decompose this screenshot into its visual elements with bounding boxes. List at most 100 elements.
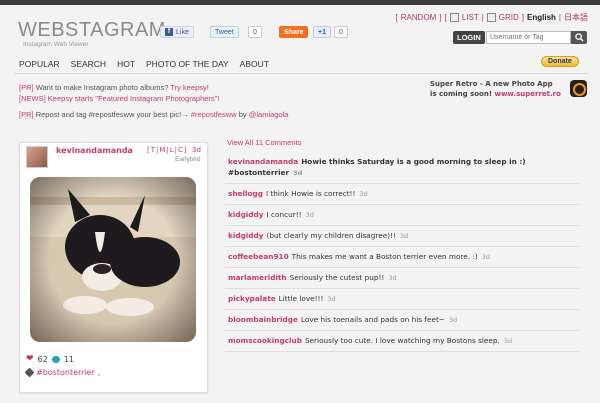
comment-text: Little love!!! bbox=[278, 294, 324, 303]
main-nav: POPULAR SEARCH HOT PHOTO OF THE DAY ABOU… bbox=[19, 59, 269, 69]
comment-time: 3d bbox=[359, 190, 368, 198]
post-time: 3d bbox=[192, 146, 201, 154]
google-plus-button[interactable]: +1 bbox=[313, 26, 331, 38]
tag-link[interactable]: #bostonterrier bbox=[36, 368, 95, 377]
filter-name: Earlybird bbox=[175, 156, 201, 163]
comment-time: 3d bbox=[503, 337, 513, 345]
promo-url[interactable]: www.superret.ro bbox=[494, 90, 560, 98]
comment-text: (but clearly my children disagree)!! bbox=[266, 231, 396, 240]
comment-user[interactable]: kidgiddy bbox=[228, 210, 264, 219]
language-english[interactable]: English bbox=[527, 13, 556, 22]
list-icon bbox=[449, 13, 459, 22]
notice-prefix: [PR] bbox=[19, 110, 34, 119]
share-button[interactable]: Share bbox=[279, 26, 309, 38]
comment-time: 3d bbox=[305, 211, 314, 219]
comment-time: 3d bbox=[399, 232, 409, 240]
google-plus-count: 0 bbox=[334, 26, 348, 38]
comment-user[interactable]: kevinandamanda bbox=[228, 157, 298, 166]
nav-hot[interactable]: HOT bbox=[117, 59, 135, 69]
post-username[interactable]: kevinandamanda bbox=[56, 146, 133, 155]
view-all-comments-link[interactable]: View All 11 Comments bbox=[227, 138, 301, 147]
facebook-like-label: Like bbox=[176, 28, 189, 36]
comment-text: Love his toenails and pads on his feet~ bbox=[300, 315, 445, 324]
post-stats: ❤ 62 11 bbox=[26, 354, 74, 364]
tag-icon bbox=[24, 367, 35, 378]
comment-user[interactable]: shellogg bbox=[228, 189, 263, 198]
nav-about[interactable]: ABOUT bbox=[240, 59, 269, 69]
promo-banner[interactable]: Super Retro - A new Photo App is coming … bbox=[430, 79, 561, 99]
notice-prefix: [PR] bbox=[19, 83, 34, 92]
notice-news[interactable]: [NEWS] Keepsy starts "Featured Instagram… bbox=[19, 93, 219, 104]
tweet-label: Tweet bbox=[215, 28, 234, 36]
tweet-count: 0 bbox=[248, 26, 262, 38]
nav-search[interactable]: SEARCH bbox=[71, 59, 106, 69]
comment-icon bbox=[51, 355, 60, 363]
search-icon bbox=[575, 33, 584, 42]
google-plus-label: +1 bbox=[318, 28, 326, 36]
site-logo[interactable]: WEBSTAGRAM bbox=[18, 19, 166, 42]
comment-item: kidgiddy (but clearly my children disagre… bbox=[225, 226, 579, 247]
tweet-button[interactable]: Tweet bbox=[210, 26, 239, 38]
search-button[interactable] bbox=[571, 31, 587, 44]
comment-item: kevinandamanda Howie thinks Saturday is a… bbox=[225, 152, 579, 184]
comment-time: 3d bbox=[388, 274, 397, 282]
dog-photo bbox=[30, 177, 196, 342]
comment-item: coffeebean910 This makes me want a Boston… bbox=[225, 247, 579, 268]
comment-text: Seriously too cute. I love watching my B… bbox=[304, 336, 500, 345]
view-mode-nav: [ RANDOM ] [ LIST | GRID ] English | 日本語 bbox=[395, 12, 588, 23]
share-label: Share bbox=[284, 28, 304, 36]
avatar[interactable] bbox=[26, 146, 48, 168]
notice-text: Keepsy starts "Featured Instagram Photog… bbox=[47, 94, 220, 103]
view-options[interactable]: [T|M|L|C] bbox=[147, 146, 188, 154]
donate-button[interactable]: Donate bbox=[541, 56, 579, 67]
comments-count: 11 bbox=[63, 354, 74, 364]
post-tags: #bostonterrier, bbox=[24, 367, 100, 378]
app-icon[interactable] bbox=[570, 80, 587, 97]
notices: [PR] Want to make Instagram photo albums… bbox=[19, 82, 219, 104]
comment-text: This makes me want a Boston terrier even… bbox=[291, 252, 478, 261]
comment-time: 3d bbox=[327, 295, 336, 303]
comment-user[interactable]: pickypalate bbox=[228, 294, 276, 303]
post-photo[interactable] bbox=[30, 177, 196, 342]
comment-item: marlameridith Seriously the cutest pup!! 3… bbox=[225, 268, 579, 289]
nav-popular[interactable]: POPULAR bbox=[19, 59, 60, 69]
comment-item: bloombainbridge Love his toenails and pad… bbox=[225, 310, 579, 331]
promo-line2: is coming soon! www.superret.ro bbox=[430, 89, 561, 99]
comment-text: Seriously the cutest pup!! bbox=[289, 273, 385, 282]
comment-item: momscookingclub Seriously too cute. I lov… bbox=[225, 331, 579, 352]
notice-pr: [PR] Want to make Instagram photo albums… bbox=[19, 82, 219, 93]
random-link[interactable]: RANDOM bbox=[401, 13, 437, 22]
notice-by: by bbox=[238, 110, 247, 119]
search-input[interactable] bbox=[486, 31, 571, 44]
comment-item: kidgiddy I concur!! 3d bbox=[225, 205, 579, 226]
comment-time: 3d bbox=[481, 253, 490, 261]
language-japanese[interactable]: 日本語 bbox=[564, 12, 588, 23]
comment-user[interactable]: kidgiddy bbox=[228, 231, 264, 240]
comment-item: pickypalate Little love!!! 3d bbox=[225, 289, 579, 310]
login-button[interactable]: LOGIN bbox=[453, 31, 485, 44]
repost-user-link[interactable]: @lamiagola bbox=[249, 110, 289, 119]
comment-user[interactable]: momscookingclub bbox=[228, 336, 302, 345]
comment-user[interactable]: bloombainbridge bbox=[228, 315, 298, 324]
promo-text: is coming soon! bbox=[430, 90, 493, 98]
repost-tag-link[interactable]: #repostfesww bbox=[191, 110, 237, 119]
comment-user[interactable]: coffeebean910 bbox=[228, 252, 289, 261]
comment-text: I concur!! bbox=[266, 210, 302, 219]
comments-list: kevinandamanda Howie thinks Saturday is a… bbox=[225, 152, 579, 352]
promo-line1: Super Retro - A new Photo App bbox=[430, 80, 553, 88]
top-bar bbox=[0, 0, 600, 5]
grid-icon bbox=[486, 13, 496, 22]
notice-text: Want to make Instagram photo albums? bbox=[35, 83, 169, 92]
notice-text: Repost and tag #repostfesww your best pi… bbox=[35, 110, 189, 119]
comment-text: I think Howie is correct!! bbox=[265, 189, 356, 198]
site-tagline: Instagram Web Viewer bbox=[23, 41, 89, 48]
likes-count[interactable]: 62 bbox=[38, 355, 48, 364]
grid-link[interactable]: GRID bbox=[499, 13, 519, 22]
facebook-like-button[interactable]: f Like bbox=[160, 26, 194, 38]
comment-user[interactable]: marlameridith bbox=[228, 273, 287, 282]
notice-link[interactable]: Try keepsy! bbox=[170, 83, 208, 92]
nav-photo-of-the-day[interactable]: PHOTO OF THE DAY bbox=[146, 59, 229, 69]
notice-repost: [PR] Repost and tag #repostfesww your be… bbox=[19, 110, 288, 119]
heart-icon[interactable]: ❤ bbox=[26, 354, 34, 364]
list-link[interactable]: LIST bbox=[462, 13, 479, 22]
